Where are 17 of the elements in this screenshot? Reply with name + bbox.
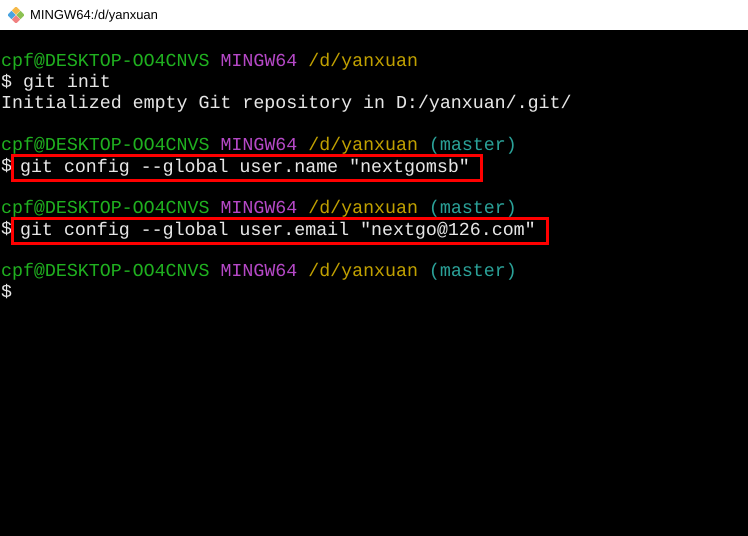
current-path: /d/yanxuan (308, 262, 418, 283)
command-text: git config --global user.email "nextgo@126.com" (10, 216, 549, 244)
window-title: MINGW64:/d/yanxuan (30, 6, 158, 24)
prompt-symbol: $ (1, 220, 12, 241)
prompt-symbol: $ (1, 283, 12, 304)
diamond-logo-icon (8, 7, 24, 23)
prompt-symbol: $ (1, 157, 12, 178)
prompt-symbol: $ (1, 73, 12, 94)
current-path: /d/yanxuan (308, 52, 418, 73)
command-text: git init (22, 73, 111, 94)
system-name: MINGW64 (220, 52, 298, 73)
user-host: cpf@DESKTOP-OO4CNVS (1, 262, 210, 283)
branch-name: (master) (428, 262, 517, 283)
user-host: cpf@DESKTOP-OO4CNVS (1, 52, 210, 73)
command-text: git config --global user.name "nextgomsb" (10, 154, 483, 182)
system-name: MINGW64 (220, 262, 298, 283)
output-line: Initialized empty Git repository in D:/yanxuan/.git/ (1, 94, 572, 115)
